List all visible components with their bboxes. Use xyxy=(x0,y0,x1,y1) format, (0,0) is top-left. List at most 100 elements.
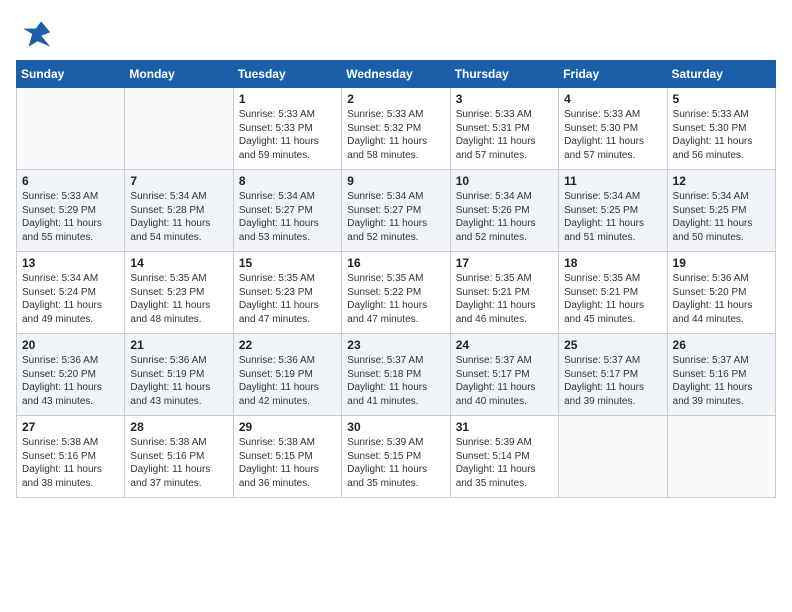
calendar-cell: 10 Sunrise: 5:34 AM Sunset: 5:26 PM Dayli… xyxy=(450,170,558,252)
day-info: Sunrise: 5:33 AM Sunset: 5:29 PM Dayligh… xyxy=(22,190,119,244)
calendar-cell: 12Sunrise: 5:34 AM Sunset: 5:25 PM Dayli… xyxy=(667,170,775,252)
calendar-cell: 18 Sunrise: 5:35 AM Sunset: 5:21 PM Dayli… xyxy=(559,252,667,334)
weekday-header-sunday: Sunday xyxy=(17,61,125,88)
calendar-cell: 19 Sunrise: 5:36 AM Sunset: 5:20 PM Dayli… xyxy=(667,252,775,334)
calendar-cell: 13 Sunrise: 5:34 AM Sunset: 5:24 PM Dayli… xyxy=(17,252,125,334)
day-info: Sunrise: 5:36 AM Sunset: 5:20 PM Dayligh… xyxy=(22,354,119,408)
day-info: Sunrise: 5:39 AM Sunset: 5:15 PM Dayligh… xyxy=(347,436,444,490)
day-info: Sunrise: 5:33 AM Sunset: 5:30 PM Dayligh… xyxy=(673,108,770,162)
logo-icon xyxy=(16,16,52,52)
page-header xyxy=(16,16,776,52)
day-number: 30 xyxy=(347,420,444,434)
calendar-cell: 5 Sunrise: 5:33 AM Sunset: 5:30 PM Daylig… xyxy=(667,88,775,170)
weekday-header-wednesday: Wednesday xyxy=(342,61,450,88)
calendar-cell: 14 Sunrise: 5:35 AM Sunset: 5:23 PM Dayli… xyxy=(125,252,233,334)
calendar-cell xyxy=(667,416,775,498)
weekday-header-tuesday: Tuesday xyxy=(233,61,341,88)
calendar-cell: 22 Sunrise: 5:36 AM Sunset: 5:19 PM Dayli… xyxy=(233,334,341,416)
day-info: Sunrise: 5:34 AM Sunset: 5:27 PM Dayligh… xyxy=(239,190,336,244)
calendar-week-row: 6 Sunrise: 5:33 AM Sunset: 5:29 PM Daylig… xyxy=(17,170,776,252)
day-number: 19 xyxy=(673,256,770,270)
day-number: 29 xyxy=(239,420,336,434)
calendar-cell: 30 Sunrise: 5:39 AM Sunset: 5:15 PM Dayli… xyxy=(342,416,450,498)
day-number: 20 xyxy=(22,338,119,352)
day-info: Sunrise: 5:37 AM Sunset: 5:17 PM Dayligh… xyxy=(564,354,661,408)
day-number: 6 xyxy=(22,174,119,188)
day-info: Sunrise: 5:34 AM Sunset: 5:24 PM Dayligh… xyxy=(22,272,119,326)
day-number: 13 xyxy=(22,256,119,270)
day-info: Sunrise: 5:34 AM Sunset: 5:27 PM Dayligh… xyxy=(347,190,444,244)
day-info: Sunrise: 5:33 AM Sunset: 5:31 PM Dayligh… xyxy=(456,108,553,162)
calendar-cell: 1 Sunrise: 5:33 AM Sunset: 5:33 PM Daylig… xyxy=(233,88,341,170)
day-info: Sunrise: 5:38 AM Sunset: 5:16 PM Dayligh… xyxy=(22,436,119,490)
day-number: 11 xyxy=(564,174,661,188)
calendar-cell xyxy=(559,416,667,498)
day-number: 10 xyxy=(456,174,553,188)
calendar-cell: 24 Sunrise: 5:37 AM Sunset: 5:17 PM Dayli… xyxy=(450,334,558,416)
calendar-cell: 7Sunrise: 5:34 AM Sunset: 5:28 PM Daylig… xyxy=(125,170,233,252)
calendar-header-row: SundayMondayTuesdayWednesdayThursdayFrid… xyxy=(17,61,776,88)
day-number: 25 xyxy=(564,338,661,352)
calendar-week-row: 20 Sunrise: 5:36 AM Sunset: 5:20 PM Dayli… xyxy=(17,334,776,416)
calendar-cell: 21 Sunrise: 5:36 AM Sunset: 5:19 PM Dayli… xyxy=(125,334,233,416)
weekday-header-friday: Friday xyxy=(559,61,667,88)
day-info: Sunrise: 5:34 AM Sunset: 5:26 PM Dayligh… xyxy=(456,190,553,244)
calendar-cell: 6 Sunrise: 5:33 AM Sunset: 5:29 PM Daylig… xyxy=(17,170,125,252)
calendar-cell: 31 Sunrise: 5:39 AM Sunset: 5:14 PM Dayli… xyxy=(450,416,558,498)
calendar-cell: 17 Sunrise: 5:35 AM Sunset: 5:21 PM Dayli… xyxy=(450,252,558,334)
day-info: Sunrise: 5:37 AM Sunset: 5:16 PM Dayligh… xyxy=(673,354,770,408)
calendar-cell: 29 Sunrise: 5:38 AM Sunset: 5:15 PM Dayli… xyxy=(233,416,341,498)
day-number: 14 xyxy=(130,256,227,270)
day-number: 12 xyxy=(673,174,770,188)
day-info: Sunrise: 5:37 AM Sunset: 5:18 PM Dayligh… xyxy=(347,354,444,408)
day-number: 26 xyxy=(673,338,770,352)
day-number: 3 xyxy=(456,92,553,106)
calendar-cell xyxy=(17,88,125,170)
day-info: Sunrise: 5:38 AM Sunset: 5:15 PM Dayligh… xyxy=(239,436,336,490)
calendar-cell: 8Sunrise: 5:34 AM Sunset: 5:27 PM Daylig… xyxy=(233,170,341,252)
day-info: Sunrise: 5:33 AM Sunset: 5:30 PM Dayligh… xyxy=(564,108,661,162)
calendar-cell: 3 Sunrise: 5:33 AM Sunset: 5:31 PM Daylig… xyxy=(450,88,558,170)
day-info: Sunrise: 5:36 AM Sunset: 5:19 PM Dayligh… xyxy=(130,354,227,408)
day-number: 21 xyxy=(130,338,227,352)
calendar-week-row: 27 Sunrise: 5:38 AM Sunset: 5:16 PM Dayli… xyxy=(17,416,776,498)
day-info: Sunrise: 5:36 AM Sunset: 5:19 PM Dayligh… xyxy=(239,354,336,408)
day-info: Sunrise: 5:36 AM Sunset: 5:20 PM Dayligh… xyxy=(673,272,770,326)
calendar-table: SundayMondayTuesdayWednesdayThursdayFrid… xyxy=(16,60,776,498)
day-info: Sunrise: 5:39 AM Sunset: 5:14 PM Dayligh… xyxy=(456,436,553,490)
day-info: Sunrise: 5:37 AM Sunset: 5:17 PM Dayligh… xyxy=(456,354,553,408)
day-info: Sunrise: 5:33 AM Sunset: 5:32 PM Dayligh… xyxy=(347,108,444,162)
calendar-cell: 2 Sunrise: 5:33 AM Sunset: 5:32 PM Daylig… xyxy=(342,88,450,170)
calendar-cell: 27 Sunrise: 5:38 AM Sunset: 5:16 PM Dayli… xyxy=(17,416,125,498)
calendar-cell: 9 Sunrise: 5:34 AM Sunset: 5:27 PM Daylig… xyxy=(342,170,450,252)
day-info: Sunrise: 5:35 AM Sunset: 5:21 PM Dayligh… xyxy=(456,272,553,326)
calendar-cell: 26 Sunrise: 5:37 AM Sunset: 5:16 PM Dayli… xyxy=(667,334,775,416)
calendar-cell: 25 Sunrise: 5:37 AM Sunset: 5:17 PM Dayli… xyxy=(559,334,667,416)
day-number: 22 xyxy=(239,338,336,352)
calendar-cell: 28Sunrise: 5:38 AM Sunset: 5:16 PM Dayli… xyxy=(125,416,233,498)
day-number: 28 xyxy=(130,420,227,434)
day-number: 15 xyxy=(239,256,336,270)
day-number: 31 xyxy=(456,420,553,434)
day-number: 17 xyxy=(456,256,553,270)
day-number: 9 xyxy=(347,174,444,188)
day-info: Sunrise: 5:33 AM Sunset: 5:33 PM Dayligh… xyxy=(239,108,336,162)
calendar-cell: 4 Sunrise: 5:33 AM Sunset: 5:30 PM Daylig… xyxy=(559,88,667,170)
day-number: 16 xyxy=(347,256,444,270)
day-info: Sunrise: 5:35 AM Sunset: 5:23 PM Dayligh… xyxy=(130,272,227,326)
calendar-cell xyxy=(125,88,233,170)
day-info: Sunrise: 5:35 AM Sunset: 5:21 PM Dayligh… xyxy=(564,272,661,326)
calendar-cell: 23Sunrise: 5:37 AM Sunset: 5:18 PM Dayli… xyxy=(342,334,450,416)
day-info: Sunrise: 5:34 AM Sunset: 5:28 PM Dayligh… xyxy=(130,190,227,244)
calendar-cell: 16Sunrise: 5:35 AM Sunset: 5:22 PM Dayli… xyxy=(342,252,450,334)
day-number: 18 xyxy=(564,256,661,270)
day-number: 2 xyxy=(347,92,444,106)
calendar-cell: 11 Sunrise: 5:34 AM Sunset: 5:25 PM Dayli… xyxy=(559,170,667,252)
day-number: 5 xyxy=(673,92,770,106)
day-number: 1 xyxy=(239,92,336,106)
day-number: 24 xyxy=(456,338,553,352)
day-number: 4 xyxy=(564,92,661,106)
day-number: 27 xyxy=(22,420,119,434)
day-info: Sunrise: 5:34 AM Sunset: 5:25 PM Dayligh… xyxy=(564,190,661,244)
day-info: Sunrise: 5:35 AM Sunset: 5:23 PM Dayligh… xyxy=(239,272,336,326)
